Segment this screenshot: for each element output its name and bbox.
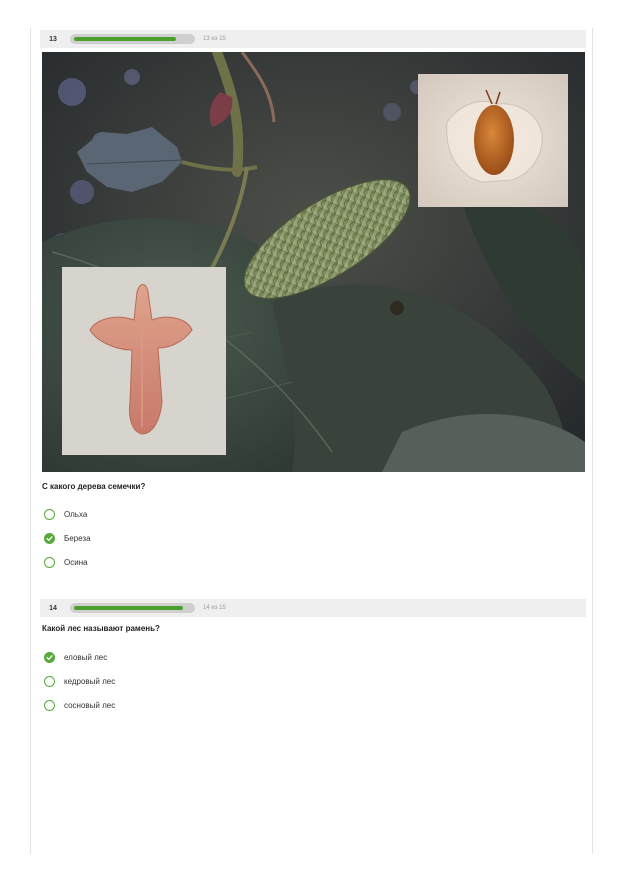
answer-label: еловый лес: [64, 652, 108, 662]
answer-label: кедровый лес: [64, 676, 116, 686]
progress-text: 13 из 15: [203, 36, 226, 42]
answer-label: Осина: [64, 557, 88, 567]
progress-bar: [70, 34, 195, 44]
question-number: 14: [49, 604, 57, 612]
answer-option[interactable]: кедровый лес: [44, 674, 115, 688]
question-image: [42, 52, 585, 472]
question-13-header: 13 13 из 15: [40, 30, 586, 48]
question-14-header: 14 14 из 15: [40, 599, 586, 617]
answer-option[interactable]: Осина: [44, 555, 88, 569]
answer-label: Ольха: [64, 509, 88, 519]
page-right-border: [592, 28, 593, 854]
radio-empty-icon[interactable]: [44, 675, 55, 687]
radio-empty-icon[interactable]: [44, 508, 55, 520]
question-number: 13: [49, 35, 57, 43]
progress-text: 14 из 15: [203, 605, 226, 611]
progress-fill: [74, 37, 176, 41]
radio-empty-icon[interactable]: [44, 556, 55, 568]
page-left-border: [30, 28, 31, 854]
question-text: С какого дерева семечки?: [42, 482, 146, 491]
answer-option[interactable]: Береза: [44, 531, 91, 545]
check-icon[interactable]: [44, 532, 55, 544]
check-icon[interactable]: [44, 651, 55, 663]
answer-label: сосновый лес: [64, 700, 116, 710]
question-text: Какой лес называют рамень?: [42, 624, 160, 633]
progress-fill: [74, 606, 183, 610]
answer-option[interactable]: сосновый лес: [44, 698, 115, 712]
progress-bar: [70, 603, 195, 613]
radio-empty-icon[interactable]: [44, 699, 55, 711]
answer-label: Береза: [64, 533, 91, 543]
answer-option[interactable]: еловый лес: [44, 650, 107, 664]
answer-option[interactable]: Ольха: [44, 507, 87, 521]
